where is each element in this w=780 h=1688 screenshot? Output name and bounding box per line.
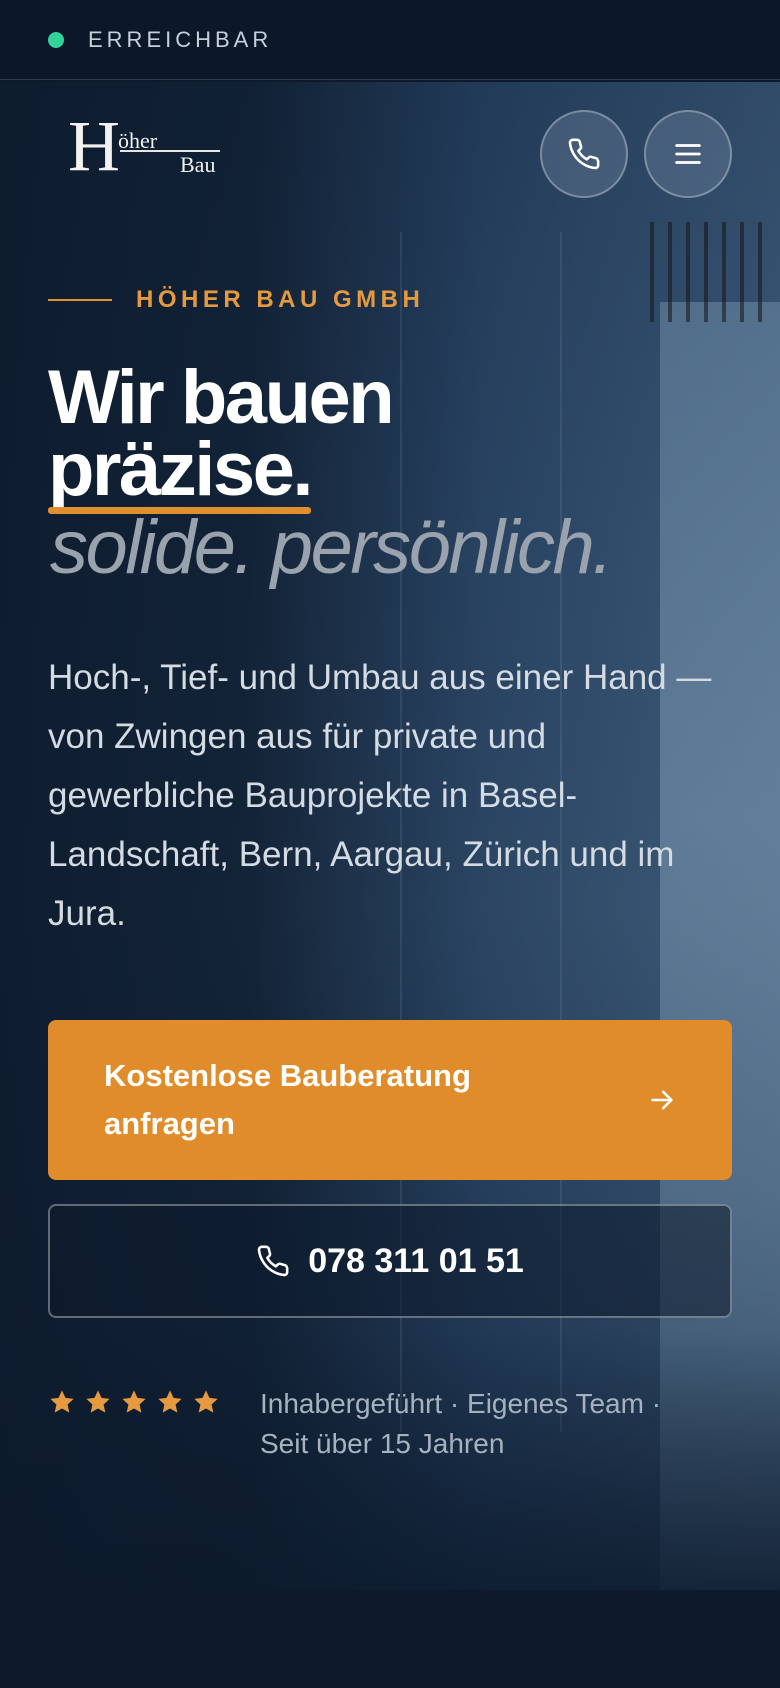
call-button[interactable] (540, 110, 628, 198)
star-icon (50, 1390, 74, 1413)
availability-label: ERREICHBAR (88, 26, 273, 52)
star-icon (194, 1390, 218, 1413)
phone-number-button[interactable]: 078 311 01 51 (48, 1204, 732, 1318)
arrow-right-icon (651, 1090, 673, 1110)
rebar-decoration (758, 222, 762, 322)
cta-label: Kostenlose Bauberatung anfragen (104, 1058, 471, 1141)
hero-headline-sub: solide. persönlich. (50, 505, 613, 590)
logo-word-bottom: Bau (180, 152, 216, 177)
hero-headline: Wir bauen präzise. (48, 360, 395, 514)
availability-bar: ERREICHBAR (0, 0, 780, 80)
phone-number-label: 078 311 01 51 (308, 1241, 524, 1280)
rebar-decoration (722, 222, 726, 322)
section-divider (0, 1590, 780, 1688)
phone-icon (257, 1245, 289, 1277)
headline-line-2-wrap: präzise. (48, 432, 314, 514)
phone-icon (568, 138, 600, 170)
headline-line-2: präzise. (48, 427, 314, 512)
company-name-kicker: HÖHER BAU GMBH (136, 286, 425, 313)
star-rating (48, 1388, 228, 1416)
hero-lead-text: Hoch-, Tief- und Umbau aus einer Hand — … (48, 658, 712, 933)
status-dot (48, 31, 64, 48)
rebar-decoration (704, 222, 708, 322)
rebar-decoration (686, 222, 690, 322)
page: ERREICHBAR H öher Bau HÖHER BAU GMBH Wir… (0, 0, 780, 1688)
star-icon (86, 1390, 110, 1413)
consultation-cta-button[interactable]: Kostenlose Bauberatung anfragen (48, 1020, 732, 1180)
menu-icon (675, 144, 701, 164)
trust-statement: Inhabergeführt · Eigenes Team · Seit übe… (260, 1388, 662, 1459)
rebar-decoration (650, 222, 654, 322)
hero-kicker: HÖHER BAU GMBH (48, 286, 424, 314)
rebar-decoration (668, 222, 672, 322)
company-logo[interactable]: H öher Bau (68, 110, 228, 184)
kicker-rule (48, 299, 112, 301)
rebar-decoration (740, 222, 744, 322)
menu-button[interactable] (644, 110, 732, 198)
star-icon (122, 1390, 146, 1413)
logo-letter: H (68, 106, 120, 186)
star-icon (158, 1390, 182, 1413)
